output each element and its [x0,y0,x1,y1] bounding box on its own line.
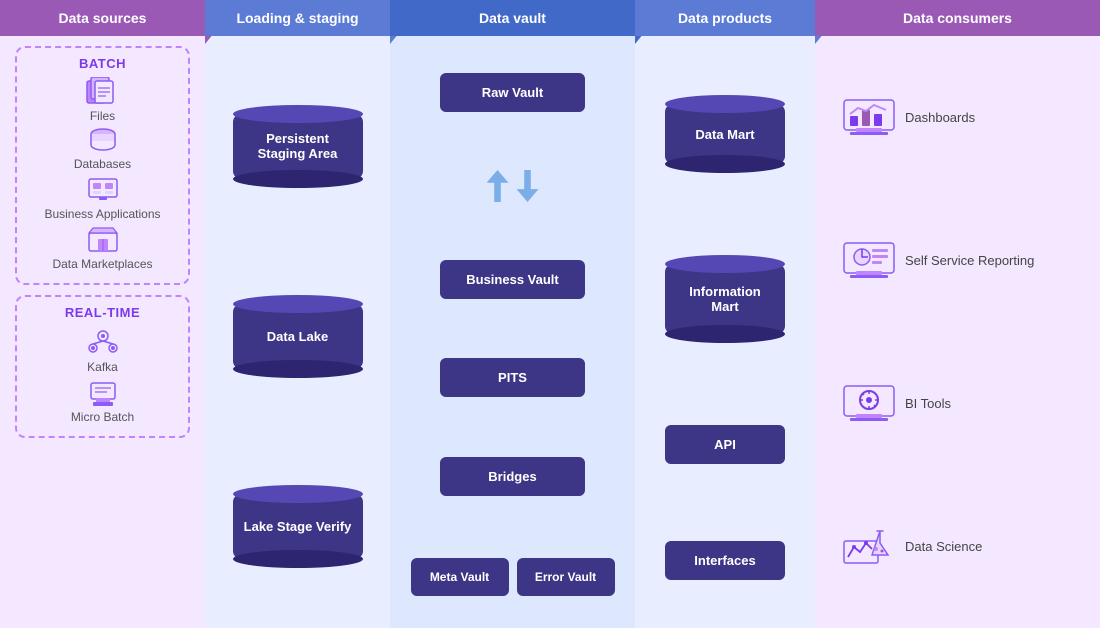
databases-icon [85,127,121,155]
business-apps-item: Business Applications [25,175,180,221]
vault-content: Raw Vault Business Vault PITS Bridges Me… [390,36,635,628]
microbatch-icon [85,378,121,408]
marketplaces-item: Data Marketplaces [25,225,180,271]
cyl-bottom-3 [233,550,363,568]
databases-label: Databases [74,157,131,171]
dashboards-icon [839,93,899,143]
data-science-icon [839,522,899,572]
business-apps-label: Business Applications [44,207,160,221]
col-loading: Loading & staging Persistent Staging Are… [205,0,390,628]
arrow-down [517,170,539,202]
arrow-up [487,170,509,202]
microbatch-label: Micro Batch [71,410,134,424]
batch-box: BATCH Files [15,46,190,285]
dashboards-item: Dashboards [839,93,1059,143]
header-consumers: Data consumers [815,0,1100,36]
information-mart-cylinder: Information Mart [665,255,785,343]
header-loading: Loading & staging [205,0,390,36]
cyl-top-2 [233,295,363,313]
vault-arrows [487,170,539,202]
databases-item: Databases [25,127,180,171]
sources-content: BATCH Files [0,36,205,628]
header-products: Data products [635,0,815,36]
dm-cyl-top [665,95,785,113]
business-vault-box: Business Vault [440,260,585,299]
business-apps-icon [85,175,121,205]
api-box: API [665,425,785,464]
meta-error-row: Meta Vault Error Vault [411,558,615,596]
col-sources: Data sources BATCH Files [0,0,205,628]
raw-vault-box: Raw Vault [440,73,585,112]
kafka-icon [85,326,121,358]
im-cyl-top [665,255,785,273]
header-vault: Data vault [390,0,635,36]
dm-cyl-bottom [665,155,785,173]
microbatch-item: Micro Batch [25,378,180,424]
pits-box: PITS [440,358,585,397]
data-science-item: Data Science [839,522,1059,572]
realtime-box: REAL-TIME Kafka [15,295,190,438]
col-products: Data products Data Mart Information Mart… [635,0,815,628]
cyl-bottom-1 [233,170,363,188]
products-content: Data Mart Information Mart API Interface… [635,36,815,628]
data-science-label: Data Science [905,539,982,554]
files-label: Files [90,109,115,123]
data-lake-cylinder: Data Lake [233,295,363,378]
lake-stage-label: Lake Stage Verify [233,494,363,559]
marketplaces-label: Data Marketplaces [52,257,152,271]
realtime-label: REAL-TIME [25,305,180,320]
col-vault: Data vault Raw Vault Business Vault PITS… [390,0,635,628]
meta-vault-box: Meta Vault [411,558,509,596]
bi-tools-label: BI Tools [905,396,951,411]
dashboards-label: Dashboards [905,110,975,125]
header-sources: Data sources [0,0,205,36]
col-consumers: Data consumers Dashboards [815,0,1100,628]
loading-content: Persistent Staging Area Data Lake Lake S… [205,36,390,628]
kafka-item: Kafka [25,326,180,374]
im-cyl-bottom [665,325,785,343]
persistent-staging-cylinder: Persistent Staging Area [233,105,363,188]
self-service-label: Self Service Reporting [905,253,1034,268]
information-mart-label: Information Mart [665,264,785,334]
cyl-bottom-2 [233,360,363,378]
bi-tools-icon [839,379,899,429]
interfaces-box: Interfaces [665,541,785,580]
files-icon [85,77,121,107]
error-vault-box: Error Vault [517,558,615,596]
self-service-icon [839,236,899,286]
marketplaces-icon [85,225,121,255]
files-item: Files [25,77,180,123]
architecture-diagram: Data sources BATCH Files [0,0,1100,628]
self-service-item: Self Service Reporting [839,236,1059,286]
lake-stage-cylinder: Lake Stage Verify [233,485,363,568]
persistent-staging-label: Persistent Staging Area [233,114,363,179]
bridges-box: Bridges [440,457,585,496]
cyl-top-3 [233,485,363,503]
data-mart-cylinder: Data Mart [665,95,785,173]
consumers-content: Dashboards Self Service Re [815,36,1100,628]
batch-label: BATCH [25,56,180,71]
cyl-top-1 [233,105,363,123]
bi-tools-item: BI Tools [839,379,1059,429]
data-lake-label: Data Lake [233,304,363,369]
kafka-label: Kafka [87,360,118,374]
